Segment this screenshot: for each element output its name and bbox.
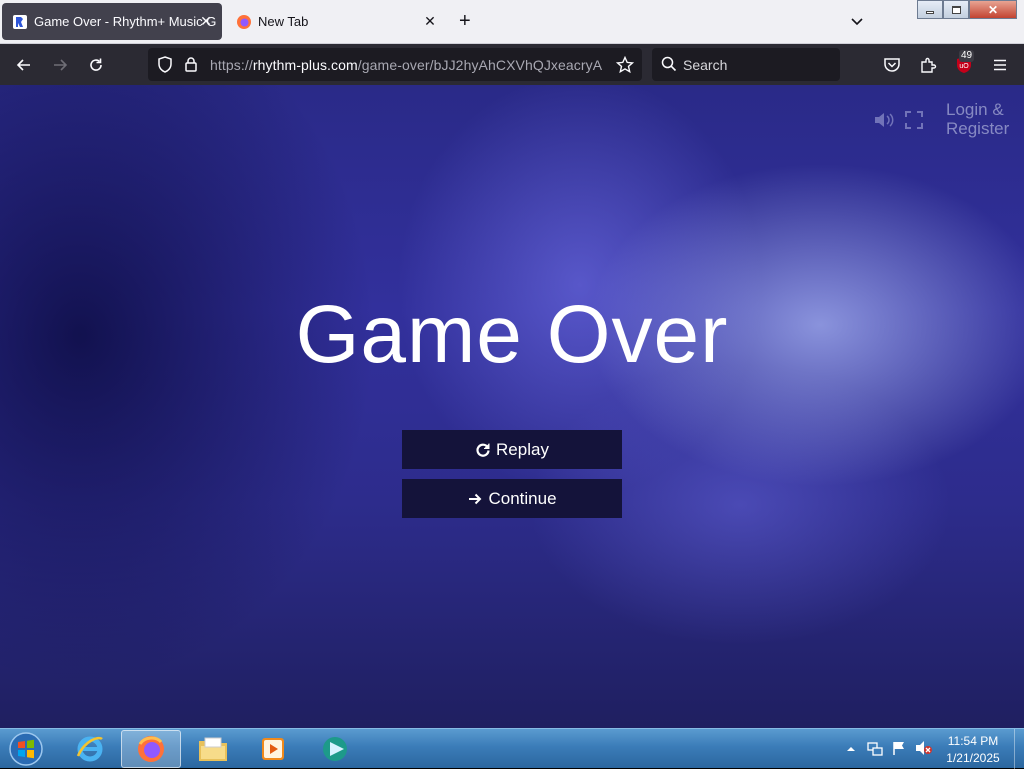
game-over-title: Game Over (295, 289, 729, 380)
close-tab-icon[interactable]: ✕ (422, 13, 438, 29)
forward-button[interactable] (44, 44, 76, 85)
bookmark-star-icon[interactable] (616, 56, 634, 74)
tab-new-tab[interactable]: New Tab ✕ (226, 3, 446, 40)
speaker-icon[interactable] (873, 111, 895, 129)
svg-text:uO: uO (959, 63, 969, 70)
taskbar-firefox[interactable] (121, 730, 181, 768)
new-tab-button[interactable]: + (459, 11, 471, 31)
url-text[interactable]: https://rhythm-plus.com/game-over/bJJ2hy… (210, 57, 602, 73)
register-label: Register (946, 119, 1010, 138)
replay-label: Replay (496, 439, 549, 459)
continue-button[interactable]: Continue (402, 479, 622, 518)
redo-icon (476, 443, 490, 457)
action-center-flag-icon[interactable] (891, 740, 907, 756)
app-icon (323, 737, 347, 761)
nav-toolbar: https://rhythm-plus.com/game-over/bJJ2hy… (0, 44, 1024, 85)
firefox-favicon-icon (237, 14, 251, 29)
close-tab-icon[interactable]: ✕ (198, 13, 214, 29)
taskbar-internet-explorer[interactable] (60, 730, 120, 768)
extensions-button[interactable] (912, 44, 944, 85)
reload-button[interactable] (80, 44, 112, 85)
rhythm-plus-favicon-icon (13, 14, 27, 29)
media-player-icon (262, 738, 284, 760)
arrow-right-icon (469, 493, 482, 504)
tab-title: New Tab (258, 14, 309, 29)
back-arrow-icon (16, 58, 30, 71)
fullscreen-icon[interactable] (904, 110, 924, 130)
forward-arrow-icon (54, 58, 68, 71)
login-register-link[interactable]: Login & Register (946, 100, 1009, 138)
taskbar-media-player[interactable] (243, 730, 303, 768)
extension-badge-count: 49 (959, 50, 975, 62)
search-icon (661, 56, 677, 72)
clock-time[interactable]: 11:54 PM (933, 734, 1013, 748)
show-desktop-button[interactable] (1014, 729, 1024, 769)
firefox-icon (138, 736, 164, 762)
reload-icon (90, 58, 102, 71)
internet-explorer-icon (76, 736, 103, 762)
continue-label: Continue (488, 488, 557, 508)
search-placeholder: Search (683, 57, 728, 73)
shield-icon[interactable] (157, 56, 173, 73)
puzzle-piece-icon (921, 57, 937, 73)
clock-date[interactable]: 1/21/2025 (933, 751, 1013, 765)
login-label: Login & (946, 100, 1004, 119)
folder-icon (199, 737, 227, 761)
maximize-button[interactable] (943, 0, 969, 19)
back-button[interactable] (8, 44, 40, 85)
minimize-button[interactable] (917, 0, 943, 19)
show-hidden-icons-icon[interactable] (846, 744, 856, 754)
pocket-button[interactable] (876, 44, 908, 85)
taskbar-app[interactable] (306, 730, 366, 768)
pocket-icon (884, 57, 900, 72)
search-bar[interactable]: Search (652, 48, 840, 81)
network-icon[interactable] (867, 741, 883, 757)
window-controls: ✕ (917, 0, 1021, 19)
chevron-down-icon[interactable] (849, 14, 865, 30)
lock-icon[interactable] (184, 56, 198, 73)
menu-button[interactable] (984, 44, 1016, 85)
taskbar-file-explorer[interactable] (183, 730, 243, 768)
volume-muted-icon[interactable] (915, 740, 933, 756)
close-window-button[interactable]: ✕ (969, 0, 1017, 19)
tab-rhythm-plus[interactable]: Game Over - Rhythm+ Music G ✕ (2, 3, 222, 40)
replay-button[interactable]: Replay (402, 430, 622, 469)
tab-title: Game Over - Rhythm+ Music G (34, 14, 217, 29)
windows-taskbar: 11:54 PM 1/21/2025 (0, 728, 1024, 769)
game-over-page: Login & Register Game Over Replay Contin… (0, 85, 1024, 728)
tab-strip: Game Over - Rhythm+ Music G ✕ New Tab ✕ … (0, 0, 1024, 44)
url-bar[interactable]: https://rhythm-plus.com/game-over/bJJ2hy… (148, 48, 642, 81)
windows-start-icon[interactable] (7, 731, 45, 767)
hamburger-menu-icon (994, 59, 1006, 70)
